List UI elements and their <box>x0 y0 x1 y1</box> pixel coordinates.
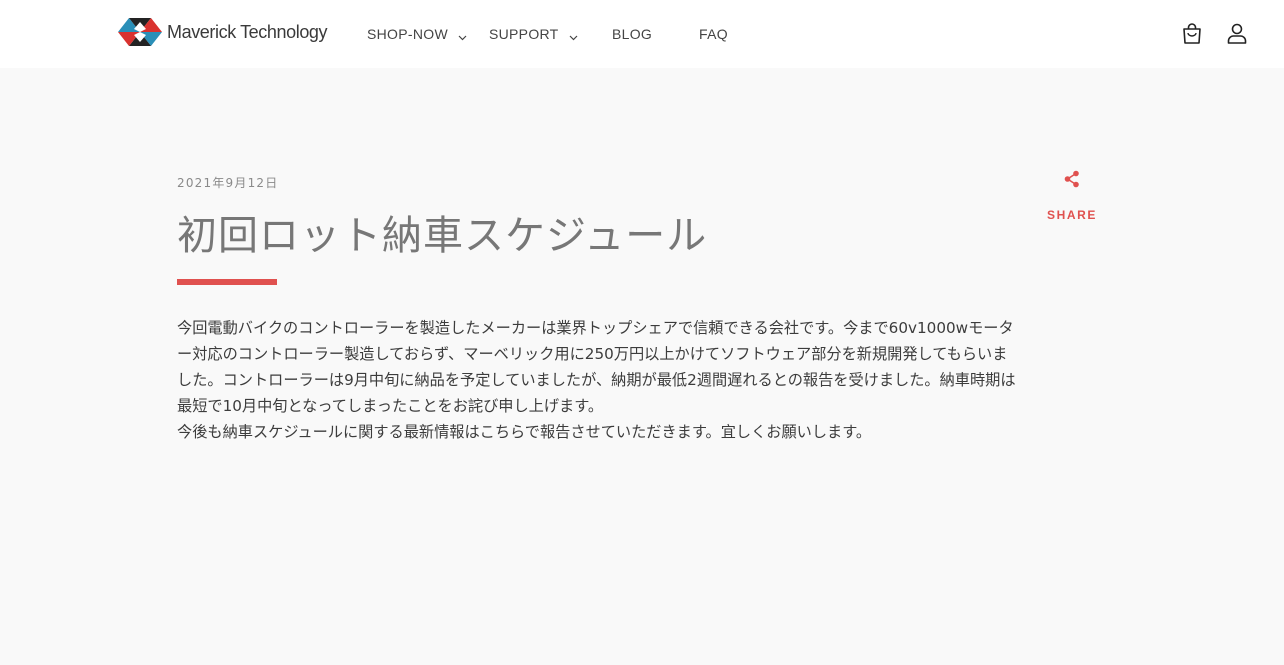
share-label: SHARE <box>1046 208 1097 222</box>
nav-item-label: BLOG <box>612 26 653 42</box>
nav-item-shop-now[interactable]: SHOP-NOW <box>367 24 489 44</box>
chevron-down-icon <box>458 28 467 44</box>
nav-item-label: SHOP-NOW <box>367 26 448 42</box>
account-icon[interactable] <box>1226 22 1248 50</box>
article-title: 初回ロット納車スケジュール <box>177 213 708 259</box>
site-header: Maverick Technology SHOP-NOW SUPPORT BLO… <box>0 0 1284 68</box>
cart-icon[interactable] <box>1181 22 1203 50</box>
maverick-logo-icon <box>118 18 162 46</box>
article-body: 今回電動バイクのコントローラーを製造したメーカーは業界トップシェアで信頼できる会… <box>177 315 1017 445</box>
nav-item-label: FAQ <box>699 26 728 42</box>
title-underline <box>177 279 277 285</box>
nav-item-label: SUPPORT <box>489 26 559 42</box>
nav-item-faq[interactable]: FAQ <box>699 26 728 42</box>
site-logo[interactable]: Maverick Technology <box>117 16 328 48</box>
main-nav: SHOP-NOW SUPPORT BLOG FAQ <box>367 0 728 68</box>
nav-item-support[interactable]: SUPPORT <box>489 24 612 44</box>
article-paragraph: 今回電動バイクのコントローラーを製造したメーカーは業界トップシェアで信頼できる会… <box>177 319 1016 415</box>
logo-text: Maverick Technology <box>167 21 328 42</box>
header-icons <box>1181 22 1248 50</box>
chevron-down-icon <box>569 28 578 44</box>
article-date: 2021年9月12日 <box>177 176 279 190</box>
article-paragraph: 今後も納車スケジュールに関する最新情報はこちらで報告させていただきます。宜しくお… <box>177 423 872 441</box>
share-icon <box>1064 170 1079 188</box>
share-button[interactable]: SHARE <box>1042 170 1102 222</box>
nav-item-blog[interactable]: BLOG <box>612 26 699 42</box>
